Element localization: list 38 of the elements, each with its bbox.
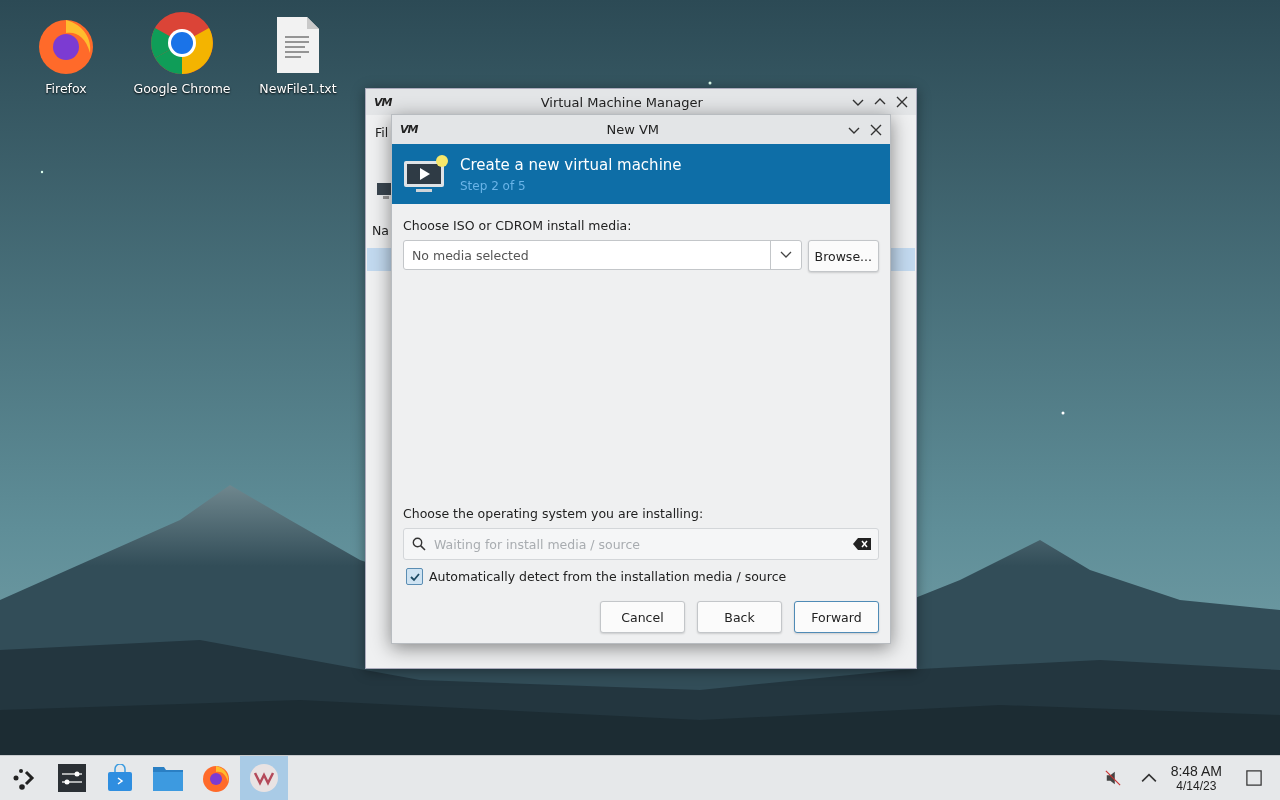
muted-speaker-icon[interactable] <box>1104 770 1121 786</box>
media-combo-box[interactable]: No media selected <box>403 240 802 270</box>
clock-time[interactable]: 8:48 AM <box>1170 763 1222 779</box>
window-title: Virtual Machine Manager <box>539 94 704 110</box>
folder-icon[interactable] <box>153 765 183 791</box>
dialog-button[interactable]: Cancel <box>600 601 685 633</box>
close-icon[interactable] <box>870 123 882 136</box>
icon-label: Google Chrome <box>133 81 231 96</box>
dialog-button[interactable]: Forward <box>794 601 879 633</box>
chrome-icon[interactable] <box>150 11 214 75</box>
app-logo: VM <box>400 123 418 136</box>
window-title: New VM <box>605 122 661 137</box>
monitor-play-icon <box>402 153 450 195</box>
dialog-button[interactable]: Back <box>697 601 782 633</box>
field-label: Choose ISO or CDROM install media: <box>403 218 633 233</box>
app-icon[interactable] <box>249 763 279 793</box>
search-icon <box>412 537 426 551</box>
step-label: Step 2 of 5 <box>460 178 527 193</box>
checkbox-label: Automatically detect from the installation media / source <box>429 569 787 584</box>
menu-item[interactable]: Fil <box>375 125 389 140</box>
close-icon[interactable] <box>896 96 908 108</box>
browse-button[interactable]: Browse... <box>807 240 879 272</box>
icon-label: Firefox <box>45 81 87 96</box>
search-field[interactable]: Waiting for install media / source <box>403 528 879 560</box>
field-label: Choose the operating system you are installing: <box>403 506 705 521</box>
clock-date[interactable]: 4/14/23 <box>1176 779 1217 793</box>
checkbox[interactable] <box>406 568 423 585</box>
firefox-icon[interactable] <box>201 763 231 793</box>
shopping-bag-icon[interactable] <box>107 764 133 792</box>
column-header: Na <box>372 223 389 238</box>
app-logo: VM <box>374 95 392 109</box>
text-file-icon[interactable] <box>275 15 321 75</box>
banner-title: Create a new virtual machine <box>460 155 682 174</box>
icon-label: NewFile1.txt <box>259 81 337 96</box>
clear-icon[interactable] <box>853 538 871 550</box>
show-desktop-icon[interactable] <box>1246 770 1262 786</box>
sliders-icon[interactable] <box>58 764 86 792</box>
chevron-down-icon[interactable] <box>779 251 792 259</box>
